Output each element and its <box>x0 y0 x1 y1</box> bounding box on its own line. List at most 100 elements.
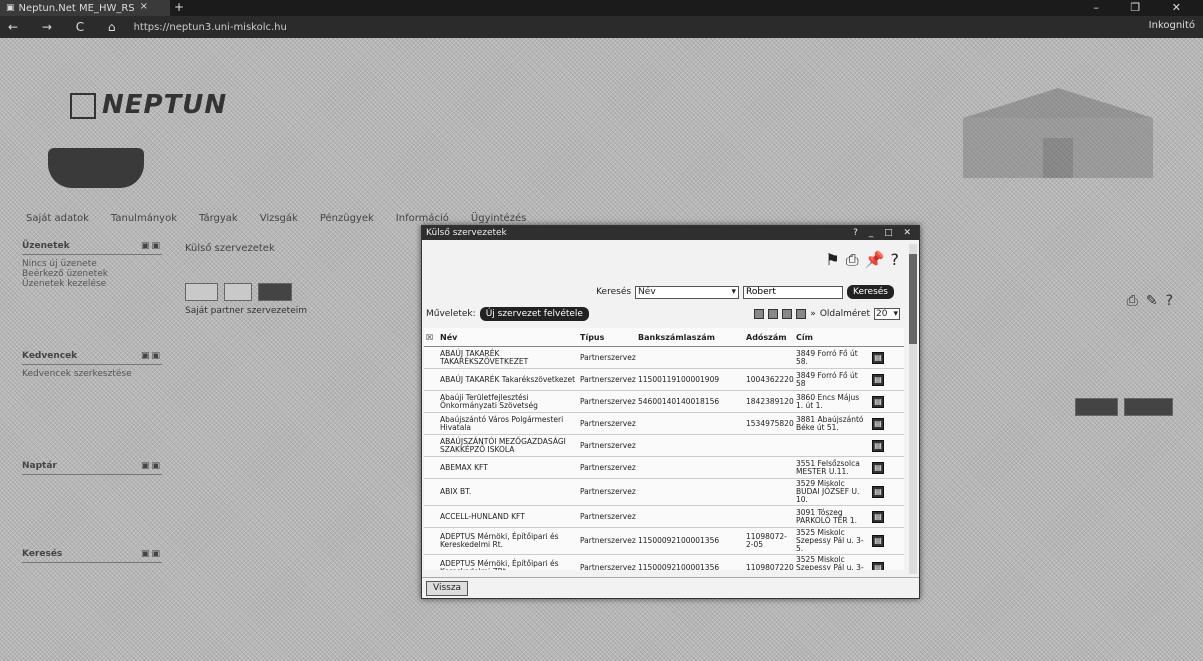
table-row[interactable]: Abaúji Területfejlesztési Önkormányzati … <box>424 390 904 413</box>
url-field[interactable]: https://neptun3.uni-miskolc.hu <box>134 22 287 33</box>
cell-address: 3091 Tószeg PARKOLÓ TÉR 1. <box>794 505 870 528</box>
table-row[interactable]: ABAÚJ TAKARÉK TAKARÉKSZÖVETKEZET Partners… <box>424 346 904 369</box>
browser-tab[interactable]: ▣ Neptun.Net ME_HW_RS × <box>0 0 170 16</box>
bg-tab-button-active[interactable] <box>258 283 292 301</box>
profile-label[interactable]: Inkognitó <box>1149 20 1195 31</box>
cell-name: ABAÚJ TAKARÉK TAKARÉKSZÖVETKEZET <box>438 346 578 369</box>
select-all-checkbox[interactable]: ☒ <box>424 328 438 347</box>
flag-icon[interactable]: ⚑ <box>825 250 839 270</box>
page-prev-icon[interactable] <box>768 309 779 319</box>
bg-action-button[interactable] <box>1075 398 1119 416</box>
table-row[interactable]: ABIX BT.Partnerszervezet 3529 Miskolc BUD… <box>424 478 904 506</box>
panel-controls[interactable]: ▣▣ <box>141 351 162 361</box>
help-icon[interactable]: ? <box>891 250 900 270</box>
column-header-tax[interactable]: Adószám <box>744 328 794 347</box>
pin-icon[interactable]: 📌 <box>865 250 885 270</box>
page-size-select[interactable]: 20 ▾ <box>874 308 900 320</box>
cell-address: 3525 Miskolc Szepessy Pál u. 3-5. <box>794 527 870 555</box>
menu-item[interactable]: Tanulmányok <box>111 213 177 224</box>
table-row[interactable]: ABEMAX KFTPartnerszervezet 3551 Felsőzsol… <box>424 456 904 479</box>
cell-type: Partnerszervezet <box>578 478 636 506</box>
cell-type: Partnerszervezet <box>578 434 636 457</box>
cell-tax <box>744 456 794 479</box>
tab-close-icon[interactable]: × <box>140 1 148 12</box>
panel-line[interactable]: Kedvencek szerkesztése <box>22 369 162 379</box>
nav-icons[interactable]: ← → C ⌂ <box>8 20 126 34</box>
table-row[interactable]: ABAÚJSZÁNTÓI MEZŐGAZDASÁGI SZAKKÉPZŐ ISK… <box>424 434 904 457</box>
cell-tax: 11098072205 <box>744 554 794 570</box>
panel-line[interactable]: Üzenetek kezelése <box>22 279 162 289</box>
cell-name: ABEMAX KFT <box>438 456 578 479</box>
row-menu-icon[interactable]: ▤ <box>872 562 884 570</box>
cell-tax: 18423891205 <box>744 390 794 413</box>
row-menu-icon[interactable]: ▤ <box>872 373 884 386</box>
search-field-select[interactable]: Név ▾ <box>635 285 740 299</box>
back-button[interactable]: Vissza <box>426 580 469 596</box>
new-tab-button[interactable]: + <box>174 0 184 14</box>
bg-tab-button[interactable] <box>224 283 253 301</box>
row-action-cell: ▤ <box>870 505 904 528</box>
calendar-panel: Naptár ▣▣ <box>22 458 162 475</box>
panel-controls[interactable]: ▣▣ <box>141 461 162 471</box>
menu-item[interactable]: Saját adatok <box>26 213 89 224</box>
table-row[interactable]: ADEPTUS Mérnöki, Építőipari és Kereskede… <box>424 554 904 570</box>
help-icon[interactable]: ? <box>1166 293 1173 309</box>
scrollbar[interactable] <box>909 244 917 574</box>
cell-bank: 11500092100001356 <box>636 554 744 570</box>
row-action-cell: ▤ <box>870 346 904 369</box>
cell-address: 3881 Abaújszántó Béke út 51. <box>794 412 870 435</box>
menu-item[interactable]: Információ <box>396 213 449 224</box>
table-row[interactable]: ACCELL-HUNLAND KFTPartnerszervezet 3091 T… <box>424 505 904 528</box>
table-toolbar: Műveletek: Új szervezet felvétele » Olda… <box>426 306 900 322</box>
table-row[interactable]: Abaújszántó Város Polgármesteri Hivatala… <box>424 412 904 435</box>
search-input[interactable] <box>743 285 844 299</box>
row-menu-icon[interactable]: ▤ <box>872 510 884 523</box>
scrollbar-thumb[interactable] <box>909 254 917 344</box>
column-header-type[interactable]: Típus <box>578 328 636 347</box>
menu-item[interactable]: Pénzügyek <box>320 213 374 224</box>
menu-item[interactable]: Ügyintézés <box>471 213 526 224</box>
search-button[interactable]: Keresés <box>847 285 894 299</box>
panel-controls[interactable]: ▣▣ <box>141 549 162 559</box>
external-organizations-dialog: Külső szervezetek ? _ □ ✕ ⚑ ⎙ 📌 ? Keresé… <box>421 225 920 599</box>
panel-controls[interactable]: ▣▣ <box>141 241 162 251</box>
menu-item[interactable]: Tárgyak <box>199 213 238 224</box>
panel-line[interactable]: Nincs új üzenete <box>22 259 162 269</box>
pin-icon[interactable]: ✎ <box>1146 293 1158 309</box>
cell-name: ACCELL-HUNLAND KFT <box>438 505 578 528</box>
dialog-window-controls[interactable]: ? _ □ ✕ <box>853 228 915 238</box>
browser-tab-bar: ▣ Neptun.Net ME_HW_RS × + – ❐ ✕ <box>0 0 1203 16</box>
row-menu-icon[interactable]: ▤ <box>872 486 884 498</box>
row-menu-icon[interactable]: ▤ <box>872 417 884 430</box>
column-header-name[interactable]: Név <box>438 328 578 347</box>
bg-action-button[interactable] <box>1124 398 1173 416</box>
row-menu-icon[interactable]: ▤ <box>872 395 884 408</box>
page-last-icon[interactable]: » <box>810 309 816 319</box>
bg-tab-button[interactable] <box>185 283 219 301</box>
row-menu-icon[interactable]: ▤ <box>872 461 884 474</box>
column-header-bank[interactable]: Bankszámlaszám <box>636 328 744 347</box>
search-panel: Keresés ▣▣ <box>22 546 162 563</box>
print-icon[interactable]: ⎙ <box>846 250 859 270</box>
print-icon[interactable]: ⎙ <box>1127 293 1138 309</box>
row-action-cell: ▤ <box>870 412 904 435</box>
cell-name: ABAÚJSZÁNTÓI MEZŐGAZDASÁGI SZAKKÉPZŐ ISK… <box>438 434 578 457</box>
add-organization-button[interactable]: Új szervezet felvétele <box>479 307 589 321</box>
page-first-icon[interactable] <box>754 309 765 319</box>
neptun-logo: NEPTUN <box>70 90 227 120</box>
table-row[interactable]: ABAÚJ TAKARÉK Takarékszövetkezet Partners… <box>424 368 904 391</box>
menu-item[interactable]: Vizsgák <box>260 213 298 224</box>
page-next-icon[interactable] <box>796 309 807 319</box>
table-row[interactable]: ADEPTUS Mérnöki, Építőipari és Kereskede… <box>424 527 904 555</box>
row-menu-icon[interactable]: ▤ <box>872 351 884 364</box>
background-tabs <box>185 283 292 301</box>
cell-tax <box>744 434 794 457</box>
page-number-icon[interactable] <box>782 309 793 319</box>
cell-bank <box>636 505 744 528</box>
row-menu-icon[interactable]: ▤ <box>872 439 884 452</box>
panel-line[interactable]: Beérkező üzenetek <box>22 269 162 279</box>
window-controls[interactable]: – ❐ ✕ <box>1093 1 1195 14</box>
row-menu-icon[interactable]: ▤ <box>872 535 884 547</box>
column-header-address[interactable]: Cím <box>794 328 870 347</box>
address-bar: ← → C ⌂ https://neptun3.uni-miskolc.hu I… <box>0 16 1203 38</box>
